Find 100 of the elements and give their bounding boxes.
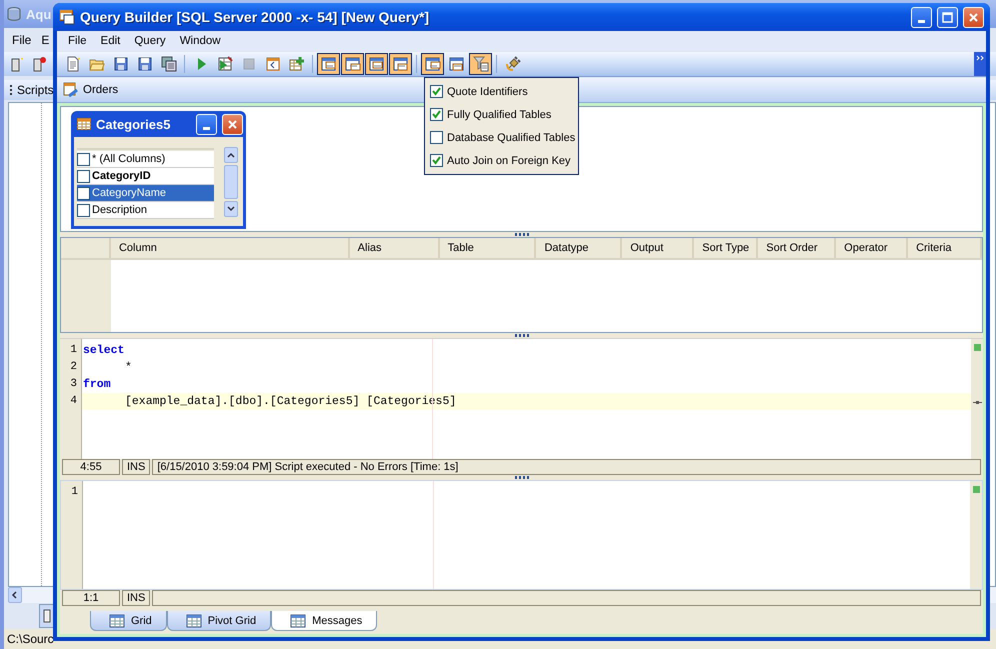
splitter-grip[interactable] — [514, 334, 528, 337]
line-number: 1 — [71, 485, 78, 500]
toolbar-button[interactable] — [469, 53, 492, 75]
line-number: 3 — [70, 377, 77, 392]
minimize-button[interactable] — [196, 114, 217, 134]
result-tab[interactable]: Pivot Grid — [166, 611, 272, 631]
minimize-icon — [203, 126, 210, 130]
play-grid-icon — [216, 56, 232, 72]
query-document-icon — [63, 82, 79, 98]
overflow-button[interactable] — [974, 52, 986, 76]
menu-item[interactable]: Database Qualified Tables — [425, 126, 578, 149]
minimize-icon — [918, 20, 925, 22]
column-header[interactable]: Sort Order — [758, 238, 836, 258]
column-header[interactable]: Alias — [350, 238, 440, 258]
status-square-icon — [972, 486, 980, 493]
checkbox[interactable] — [430, 108, 443, 121]
menu-item[interactable]: File — [12, 33, 32, 47]
table-window-icon — [448, 56, 464, 72]
menu-item[interactable]: E — [41, 33, 50, 47]
server-icon[interactable] — [10, 56, 24, 72]
toolbar-button[interactable] — [317, 53, 340, 75]
result-tab[interactable]: Messages — [271, 611, 378, 631]
column-header[interactable]: Column — [110, 238, 350, 258]
column-header[interactable]: Operator — [836, 238, 908, 258]
toolbar-button[interactable] — [421, 53, 444, 75]
close-icon — [227, 118, 238, 130]
line-number: 2 — [70, 360, 77, 375]
scroll-left-button[interactable] — [8, 587, 22, 603]
menu-label: Database Qualified Tables — [447, 132, 576, 144]
chevron-up-icon — [227, 152, 235, 158]
code-line: from — [82, 377, 112, 393]
menu-label: Quote Identifiers — [447, 86, 528, 98]
window-panes-icon — [344, 56, 360, 72]
minimize-button[interactable] — [911, 6, 932, 28]
checkbox[interactable] — [77, 186, 90, 200]
query-tab[interactable]: Orders — [57, 80, 124, 100]
toolbar-button[interactable] — [365, 53, 388, 75]
maximize-button[interactable] — [937, 6, 958, 28]
column-header[interactable]: Table — [440, 238, 536, 258]
menu-item[interactable]: Edit — [94, 35, 128, 47]
window-list-icon — [264, 56, 280, 72]
insert-mode: INS — [122, 459, 150, 475]
marker-icon — [972, 401, 982, 404]
cursor-position: 4:55 — [62, 459, 120, 475]
menu-label: Auto Join on Foreign Key — [447, 154, 571, 166]
funnel-icon — [472, 56, 488, 72]
code-line: * — [124, 360, 133, 376]
column-header[interactable]: Output — [622, 238, 694, 258]
table-icon — [77, 118, 91, 130]
check-icon — [432, 110, 441, 119]
double-chevron-icon — [976, 55, 984, 61]
toolbar-button[interactable] — [389, 53, 412, 75]
results-editor[interactable]: 1 — [60, 480, 983, 590]
status-message: [6/15/2010 3:59:04 PM] Script executed - No Errors [Time: 1s] — [152, 459, 981, 475]
menu-item[interactable]: File — [61, 35, 94, 47]
menu-label: Fully Qualified Tables — [447, 108, 552, 120]
line-number: 1 — [70, 343, 77, 358]
checkbox[interactable] — [430, 85, 443, 98]
new-document-icon — [64, 56, 80, 72]
window-title: Aqu — [26, 6, 52, 22]
stop-icon — [240, 56, 256, 72]
menu-item[interactable]: Fully Qualified Tables — [425, 103, 578, 126]
column-header[interactable]: Sort Type — [694, 238, 758, 258]
checkbox[interactable] — [430, 154, 443, 167]
column-header[interactable]: Datatype — [536, 238, 622, 258]
window-stack-icon — [320, 56, 336, 72]
menu-item[interactable]: Query — [127, 35, 173, 47]
result-tab[interactable]: Grid — [90, 611, 167, 631]
checkbox[interactable] — [77, 152, 90, 166]
scroll-thumb[interactable] — [224, 165, 238, 199]
grid-icon — [186, 614, 202, 628]
menu-item[interactable]: Window — [172, 35, 228, 47]
scroll-down-button[interactable] — [224, 201, 238, 217]
table-title: Categories5 — [96, 116, 172, 132]
document-window-icon — [368, 56, 384, 72]
menu-item[interactable]: Quote Identifiers — [425, 80, 578, 103]
check-icon — [432, 87, 441, 96]
checkbox[interactable] — [430, 131, 443, 144]
checkbox[interactable] — [77, 170, 90, 182]
floppy-stack-icon — [160, 56, 176, 72]
insert-mode: INS — [122, 590, 150, 606]
table-window-icon — [424, 56, 440, 72]
splitter-grip[interactable] — [514, 233, 528, 236]
menu-item[interactable]: Auto Join on Foreign Key — [425, 149, 578, 172]
sql-editor[interactable]: 1 2 3 4 select * from [example_data].[dbo].[Categories5] [Categories5] — [60, 338, 983, 459]
grid-icon — [109, 614, 125, 628]
chevron-left-icon — [11, 591, 19, 599]
checkbox[interactable] — [77, 204, 90, 216]
scroll-up-button[interactable] — [224, 147, 238, 163]
window-stack-icon — [59, 9, 75, 25]
grid-icon — [290, 614, 306, 628]
grip-icon — [10, 84, 13, 96]
close-button[interactable] — [963, 6, 984, 28]
toolbar-button[interactable] — [341, 53, 364, 75]
server-icon[interactable] — [32, 56, 46, 72]
column-header[interactable]: Criteria — [908, 238, 982, 258]
line-number: 4 — [70, 394, 77, 409]
splitter-grip[interactable] — [514, 476, 528, 479]
status-text: C:\Sourc — [7, 632, 54, 646]
close-button[interactable] — [222, 114, 243, 134]
